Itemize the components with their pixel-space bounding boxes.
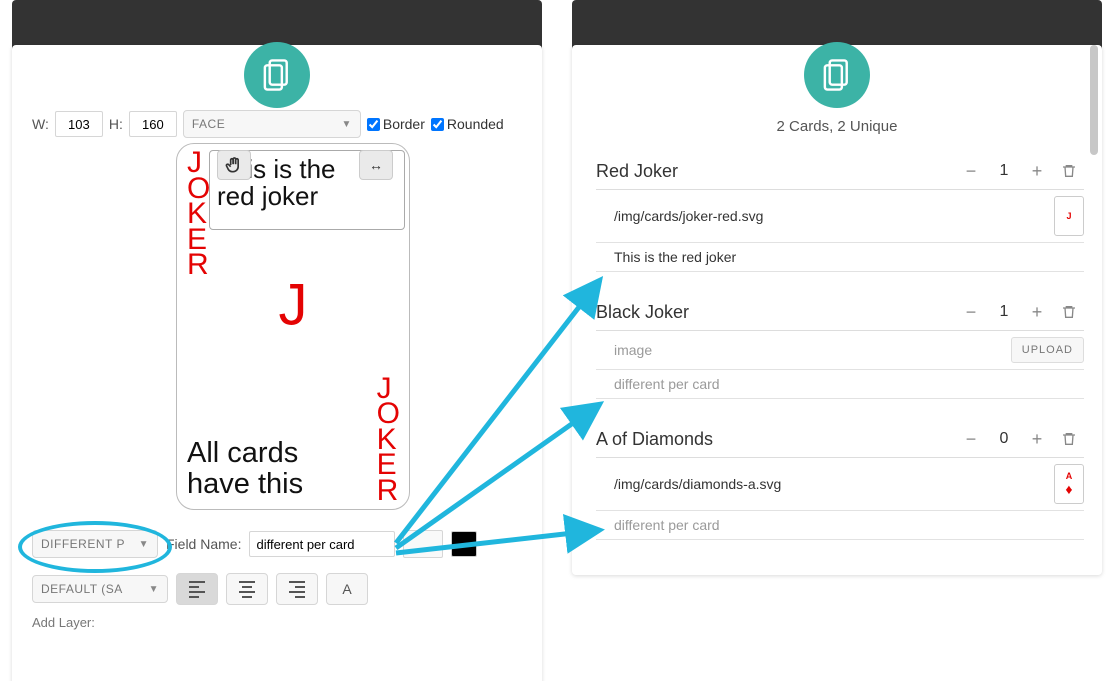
resize-icon: ↔ [369, 157, 383, 173]
decrement-button[interactable]: − [954, 157, 988, 185]
field-value[interactable]: image [614, 342, 1003, 358]
chevron-down-icon: ▼ [149, 584, 159, 595]
resize-handle[interactable]: ↔ [359, 150, 393, 180]
qty-input[interactable] [988, 302, 1020, 322]
font-family-select[interactable]: DEFAULT (SA ▼ [32, 575, 168, 603]
rounded-checkbox-label: Rounded [447, 116, 504, 132]
border-check-input[interactable] [367, 118, 380, 131]
height-input[interactable] [129, 111, 177, 137]
common-text-line2: have this [187, 469, 303, 499]
field-type-label: DIFFERENT P [41, 537, 125, 551]
chevron-down-icon: ▼ [139, 539, 149, 550]
color-swatch[interactable] [451, 531, 477, 557]
card-title[interactable]: Red Joker [596, 161, 954, 182]
align-left-button[interactable] [176, 573, 218, 605]
common-text-block[interactable]: All cards have this [187, 438, 303, 499]
width-input[interactable] [55, 111, 103, 137]
panel-badge-right [804, 42, 870, 108]
card-block: Red Joker − + /img/cards/joker-red.svg J… [596, 155, 1084, 272]
delete-button[interactable] [1054, 304, 1084, 320]
field-value[interactable]: /img/cards/joker-red.svg [614, 208, 1046, 224]
scrollbar-thumb[interactable] [1090, 45, 1098, 155]
qty-input[interactable] [988, 161, 1020, 181]
decrement-button[interactable]: − [954, 298, 988, 326]
delete-button[interactable] [1054, 431, 1084, 447]
decrement-button[interactable]: − [954, 425, 988, 453]
card-title[interactable]: Black Joker [596, 302, 954, 323]
increment-button[interactable]: + [1020, 298, 1054, 326]
rounded-checkbox[interactable]: Rounded [431, 116, 504, 132]
upload-button[interactable]: UPLOAD [1011, 337, 1084, 363]
hand-icon [224, 155, 244, 175]
border-checkbox-label: Border [383, 116, 425, 132]
qty-input[interactable] [988, 429, 1020, 449]
card-side-select[interactable]: FACE ▼ [183, 110, 361, 138]
trash-icon [1061, 304, 1077, 320]
increment-button[interactable]: + [1020, 425, 1054, 453]
field-value[interactable]: different per card [614, 376, 1084, 392]
cards-summary: 2 Cards, 2 Unique [572, 118, 1102, 135]
panel-badge-left [244, 42, 310, 108]
field-name-input[interactable] [249, 531, 395, 557]
editor-panel: W: H: FACE ▼ Border Rounded J O K [12, 45, 542, 681]
align-center-button[interactable] [226, 573, 268, 605]
diff-text-line2: red joker [217, 183, 397, 210]
card-rank-br: J O K E R [377, 376, 399, 504]
cards-list: Red Joker − + /img/cards/joker-red.svg J… [596, 155, 1084, 555]
letter-a-icon: A [342, 581, 351, 597]
card-center-letter: J [279, 271, 308, 338]
card-block: A of Diamonds − + /img/cards/diamonds-a.… [596, 423, 1084, 540]
align-right-button[interactable] [276, 573, 318, 605]
common-text-line1: All cards [187, 438, 303, 468]
cards-stack-icon [822, 58, 852, 92]
height-label: H: [109, 116, 123, 132]
rounded-check-input[interactable] [431, 118, 444, 131]
font-family-label: DEFAULT (SA [41, 582, 123, 596]
text-case-button[interactable]: A [326, 573, 368, 605]
move-handle[interactable] [217, 150, 251, 180]
card-thumbnail[interactable]: A♦ [1054, 464, 1084, 504]
increment-button[interactable]: + [1020, 157, 1054, 185]
chevron-down-icon: ▼ [341, 119, 351, 130]
field-value[interactable]: /img/cards/diamonds-a.svg [614, 476, 1046, 492]
card-block: Black Joker − + image UPLOAD different p… [596, 296, 1084, 399]
cards-panel: 2 Cards, 2 Unique Red Joker − + /img/car… [572, 45, 1102, 575]
field-value[interactable]: different per card [614, 517, 1084, 533]
field-value[interactable]: This is the red joker [614, 249, 1084, 265]
field-name-label: Field Name: [166, 536, 241, 552]
card-title[interactable]: A of Diamonds [596, 429, 954, 450]
width-label: W: [32, 116, 49, 132]
card-rank-tl: J O K E R [187, 150, 209, 278]
card-thumbnail[interactable]: J [1054, 196, 1084, 236]
field-type-select[interactable]: DIFFERENT P ▼ [32, 530, 158, 558]
add-layer-label: Add Layer: [32, 615, 95, 630]
cards-stack-icon [262, 58, 292, 92]
card-side-label: FACE [192, 117, 225, 131]
card-preview[interactable]: J O K E R J O K E R J This is the red jo… [176, 143, 410, 510]
border-checkbox[interactable]: Border [367, 116, 425, 132]
font-size-input[interactable] [403, 530, 443, 558]
delete-button[interactable] [1054, 163, 1084, 179]
trash-icon [1061, 431, 1077, 447]
trash-icon [1061, 163, 1077, 179]
